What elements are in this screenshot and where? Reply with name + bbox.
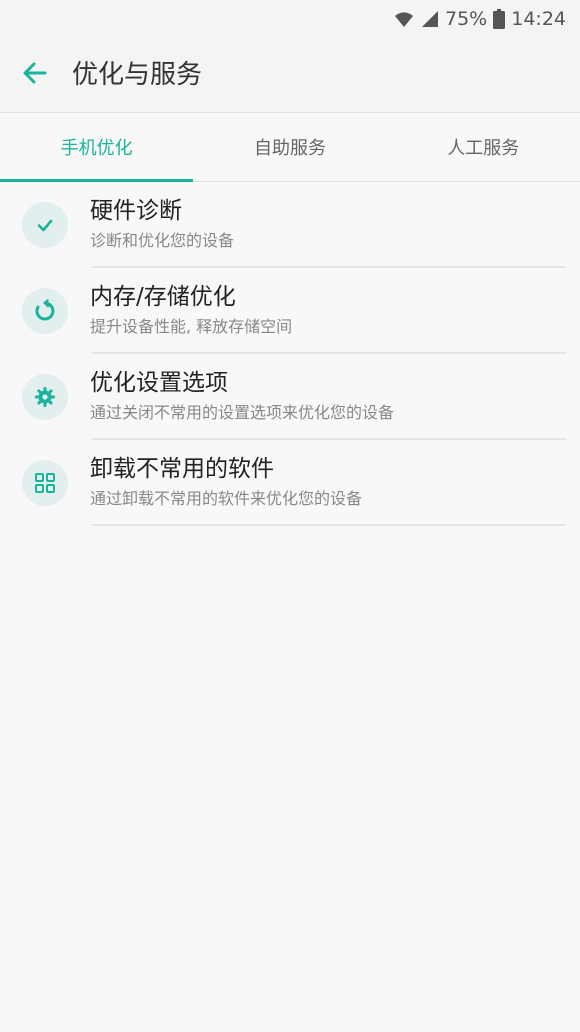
page-title: 优化与服务 xyxy=(72,60,203,90)
item-title: 优化设置选项 xyxy=(90,370,228,396)
grid-icon xyxy=(22,460,68,506)
wifi-icon xyxy=(393,10,415,28)
check-icon xyxy=(22,202,68,248)
list-item-uninstall-apps[interactable]: 卸载不常用的软件 通过卸载不常用的软件来优化您的设备 xyxy=(0,440,580,526)
list-item-hardware-diagnosis[interactable]: 硬件诊断 诊断和优化您的设备 xyxy=(0,182,580,268)
tab-manual-service[interactable]: 人工服务 xyxy=(387,113,580,181)
item-title: 硬件诊断 xyxy=(90,198,182,224)
arrow-left-icon xyxy=(21,59,49,91)
battery-percent: 75% xyxy=(445,8,488,30)
list-item-settings-optimization[interactable]: 优化设置选项 通过关闭不常用的设置选项来优化您的设备 xyxy=(0,354,580,440)
divider xyxy=(92,524,566,526)
tab-self-service[interactable]: 自助服务 xyxy=(193,113,386,181)
item-subtitle: 提升设备性能, 释放存储空间 xyxy=(90,317,293,336)
app-bar: 优化与服务 xyxy=(0,38,580,113)
clock: 14:24 xyxy=(511,8,566,30)
item-subtitle: 通过关闭不常用的设置选项来优化您的设备 xyxy=(90,403,395,422)
status-bar: 75% 14:24 xyxy=(0,0,580,38)
optimization-list: 硬件诊断 诊断和优化您的设备 内存/存储优化 提升设备性能, 释放存储空间 优化… xyxy=(0,182,580,526)
back-button[interactable] xyxy=(14,54,56,96)
list-item-memory-storage[interactable]: 内存/存储优化 提升设备性能, 释放存储空间 xyxy=(0,268,580,354)
item-title: 内存/存储优化 xyxy=(90,284,236,310)
signal-icon xyxy=(421,10,439,28)
battery-icon xyxy=(493,9,506,29)
item-subtitle: 通过卸载不常用的软件来优化您的设备 xyxy=(90,489,363,508)
refresh-icon xyxy=(22,288,68,334)
gear-icon xyxy=(22,374,68,420)
tab-bar: 手机优化 自助服务 人工服务 xyxy=(0,113,580,182)
tab-phone-optimization[interactable]: 手机优化 xyxy=(0,113,194,182)
item-subtitle: 诊断和优化您的设备 xyxy=(90,231,235,250)
item-title: 卸载不常用的软件 xyxy=(90,456,274,482)
